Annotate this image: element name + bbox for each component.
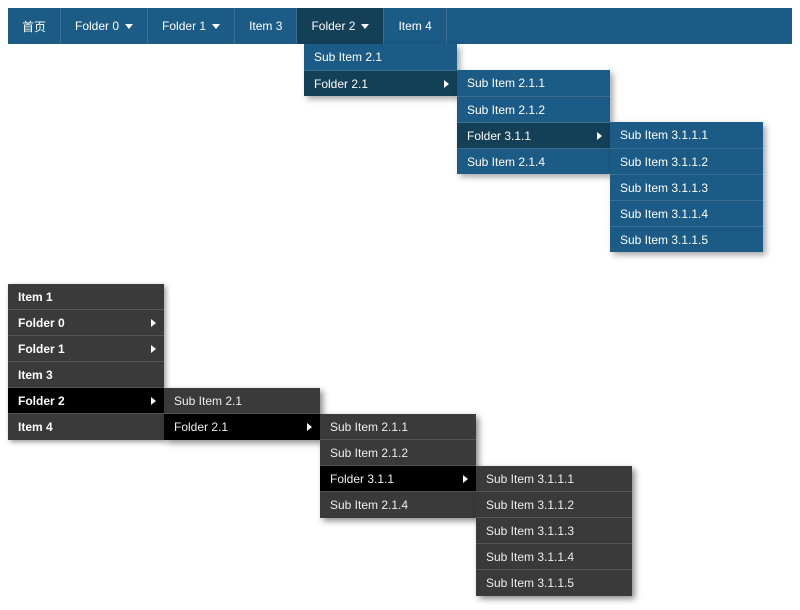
- blue-submenu-item[interactable]: Sub Item 2.1.2: [457, 96, 610, 122]
- submenu-label: Sub Item 2.1: [314, 50, 382, 64]
- menu-label: 首页: [22, 18, 46, 35]
- dark-submenu-item[interactable]: Sub Item 3.1.1.2: [476, 492, 632, 518]
- blue-menu-folder-0[interactable]: Folder 0: [61, 8, 148, 44]
- submenu-label: Folder 3.1.1: [467, 129, 531, 143]
- dark-menu-item-3[interactable]: Item 3: [8, 362, 164, 388]
- blue-submenu-folder-3-1-1[interactable]: Folder 3.1.1: [457, 122, 610, 148]
- dark-menu-folder-0[interactable]: Folder 0: [8, 310, 164, 336]
- dark-submenu-item[interactable]: Sub Item 3.1.1.4: [476, 544, 632, 570]
- menu-label: Item 3: [249, 19, 282, 33]
- blue-menu-item-4[interactable]: Item 4: [384, 8, 446, 44]
- submenu-label: Folder 2.1: [314, 77, 368, 91]
- chevron-down-icon: [212, 24, 220, 29]
- blue-submenu-item[interactable]: Sub Item 2.1.1: [457, 70, 610, 96]
- blue-submenu-item[interactable]: Sub Item 2.1.4: [457, 148, 610, 174]
- chevron-down-icon: [361, 24, 369, 29]
- blue-menu-home[interactable]: 首页: [8, 8, 61, 44]
- dark-menu-root: Item 1 Folder 0 Folder 1 Item 3 Folder 2…: [8, 284, 164, 440]
- dark-menu-item-1[interactable]: Item 1: [8, 284, 164, 310]
- dark-submenu-item[interactable]: Sub Item 2.1.4: [320, 492, 476, 518]
- submenu-label: Sub Item 3.1.1.5: [620, 233, 708, 247]
- dark-submenu-item[interactable]: Sub Item 2.1: [164, 388, 320, 414]
- submenu-label: Sub Item 2.1.2: [467, 103, 545, 117]
- dark-menu-item-4[interactable]: Item 4: [8, 414, 164, 440]
- chevron-right-icon: [307, 423, 312, 431]
- dark-submenu-folder-3-1-1[interactable]: Folder 3.1.1: [320, 466, 476, 492]
- dark-submenu-level-1: Sub Item 2.1 Folder 2.1: [164, 388, 320, 440]
- submenu-label: Sub Item 3.1.1.2: [620, 155, 708, 169]
- dark-submenu-level-2: Sub Item 2.1.1 Sub Item 2.1.2 Folder 3.1…: [320, 414, 476, 518]
- submenu-label: Folder 3.1.1: [330, 472, 394, 486]
- blue-submenu-item[interactable]: Sub Item 3.1.1.1: [610, 122, 763, 148]
- blue-menu-bar: 首页 Folder 0 Folder 1 Item 3 Folder 2 Ite…: [8, 8, 792, 44]
- blue-menu-folder-1[interactable]: Folder 1: [148, 8, 235, 44]
- blue-submenu-level-1: Sub Item 2.1 Folder 2.1: [304, 44, 457, 96]
- dark-submenu-item[interactable]: Sub Item 2.1.2: [320, 440, 476, 466]
- chevron-right-icon: [151, 345, 156, 353]
- blue-submenu-item[interactable]: Sub Item 3.1.1.4: [610, 200, 763, 226]
- blue-submenu-folder-2-1[interactable]: Folder 2.1: [304, 70, 457, 96]
- menu-label: Item 4: [398, 19, 431, 33]
- chevron-right-icon: [597, 132, 602, 140]
- menu-label: Folder 1: [162, 19, 206, 33]
- blue-submenu-level-2: Sub Item 2.1.1 Sub Item 2.1.2 Folder 3.1…: [457, 70, 610, 174]
- dark-submenu-folder-2-1[interactable]: Folder 2.1: [164, 414, 320, 440]
- menu-label: Folder 0: [18, 316, 65, 330]
- blue-submenu-item[interactable]: Sub Item 3.1.1.5: [610, 226, 763, 252]
- submenu-label: Sub Item 2.1.2: [330, 446, 408, 460]
- dark-submenu-level-3: Sub Item 3.1.1.1 Sub Item 3.1.1.2 Sub It…: [476, 466, 632, 596]
- submenu-label: Sub Item 3.1.1.1: [486, 472, 574, 486]
- dark-menu-folder-1[interactable]: Folder 1: [8, 336, 164, 362]
- menu-label: Folder 0: [75, 19, 119, 33]
- menu-label: Item 1: [18, 290, 53, 304]
- menu-label: Item 4: [18, 420, 53, 434]
- chevron-right-icon: [463, 475, 468, 483]
- blue-menu-item-3[interactable]: Item 3: [235, 8, 297, 44]
- submenu-label: Folder 2.1: [174, 420, 228, 434]
- dark-submenu-item[interactable]: Sub Item 2.1.1: [320, 414, 476, 440]
- blue-submenu-level-3: Sub Item 3.1.1.1 Sub Item 3.1.1.2 Sub It…: [610, 122, 763, 252]
- chevron-right-icon: [151, 397, 156, 405]
- chevron-right-icon: [151, 319, 156, 327]
- submenu-label: Sub Item 3.1.1.2: [486, 498, 574, 512]
- menu-label: Item 3: [18, 368, 53, 382]
- menu-label: Folder 1: [18, 342, 65, 356]
- submenu-label: Sub Item 2.1.1: [330, 420, 408, 434]
- submenu-label: Sub Item 3.1.1.3: [620, 181, 708, 195]
- menu-label: Folder 2: [311, 19, 355, 33]
- dark-submenu-item[interactable]: Sub Item 3.1.1.3: [476, 518, 632, 544]
- submenu-label: Sub Item 3.1.1.1: [620, 128, 708, 142]
- blue-submenu-item[interactable]: Sub Item 3.1.1.3: [610, 174, 763, 200]
- blue-submenu-item[interactable]: Sub Item 2.1: [304, 44, 457, 70]
- chevron-right-icon: [444, 80, 449, 88]
- blue-submenu-item[interactable]: Sub Item 3.1.1.2: [610, 148, 763, 174]
- submenu-label: Sub Item 2.1: [174, 394, 242, 408]
- submenu-label: Sub Item 3.1.1.5: [486, 576, 574, 590]
- submenu-label: Sub Item 3.1.1.4: [486, 550, 574, 564]
- chevron-down-icon: [125, 24, 133, 29]
- submenu-label: Sub Item 3.1.1.4: [620, 207, 708, 221]
- blue-menu-folder-2[interactable]: Folder 2: [297, 8, 384, 44]
- submenu-label: Sub Item 2.1.4: [330, 498, 408, 512]
- submenu-label: Sub Item 2.1.4: [467, 155, 545, 169]
- dark-submenu-item[interactable]: Sub Item 3.1.1.5: [476, 570, 632, 596]
- dark-submenu-item[interactable]: Sub Item 3.1.1.1: [476, 466, 632, 492]
- submenu-label: Sub Item 2.1.1: [467, 76, 545, 90]
- submenu-label: Sub Item 3.1.1.3: [486, 524, 574, 538]
- menu-label: Folder 2: [18, 394, 65, 408]
- dark-menu-folder-2[interactable]: Folder 2: [8, 388, 164, 414]
